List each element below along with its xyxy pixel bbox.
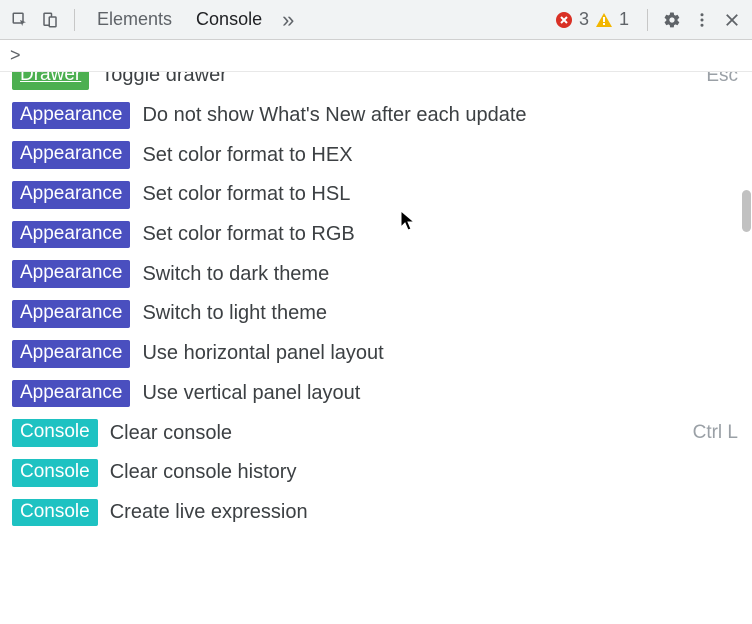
command-menu-item[interactable]: Drawer Toggle drawer Esc [0, 72, 752, 96]
command-category-tag: Appearance [12, 181, 130, 209]
command-category-tag: Drawer [12, 72, 89, 90]
prompt-caret: > [10, 45, 21, 66]
command-menu-item[interactable]: Console Clear console Ctrl L [0, 413, 752, 453]
command-menu-item[interactable]: Appearance Use horizontal panel layout [0, 334, 752, 374]
command-category-tag: Appearance [12, 380, 130, 408]
command-category-tag: Console [12, 459, 98, 487]
command-label: Set color format to HEX [142, 144, 738, 167]
command-shortcut: Ctrl L [693, 422, 738, 444]
toolbar-separator [647, 9, 648, 31]
command-label: Switch to dark theme [142, 263, 738, 286]
command-category-tag: Appearance [12, 141, 130, 169]
command-label: Switch to light theme [142, 302, 738, 325]
command-label: Set color format to HSL [142, 183, 738, 206]
status-counters[interactable]: 3 1 [555, 9, 629, 30]
more-options-button[interactable] [688, 6, 716, 34]
command-menu-item[interactable]: Appearance Switch to dark theme [0, 254, 752, 294]
device-toolbar-button[interactable] [36, 6, 64, 34]
command-category-tag: Appearance [12, 102, 130, 130]
command-label: Clear console [110, 422, 681, 445]
command-menu-item[interactable]: Appearance Set color format to RGB [0, 215, 752, 255]
command-menu-item[interactable]: Appearance Set color format to HEX [0, 135, 752, 175]
command-label: Clear console history [110, 461, 738, 484]
command-shortcut: Esc [706, 72, 738, 87]
close-devtools-button[interactable] [718, 6, 746, 34]
command-label: Use horizontal panel layout [142, 342, 738, 365]
command-menu-item[interactable]: Console Create live expression [0, 493, 752, 533]
command-category-tag: Console [12, 499, 98, 527]
tab-elements[interactable]: Elements [97, 9, 172, 30]
warning-icon [595, 11, 613, 29]
command-label: Use vertical panel layout [142, 382, 738, 405]
more-tabs-button[interactable]: » [282, 9, 294, 31]
command-label: Toggle drawer [101, 72, 694, 87]
scrollbar-thumb[interactable] [742, 190, 751, 232]
warning-count: 1 [619, 9, 629, 30]
command-category-tag: Console [12, 419, 98, 447]
command-category-tag: Appearance [12, 340, 130, 368]
panel-tabs: Elements Console [97, 9, 262, 30]
command-label: Do not show What's New after each update [142, 104, 738, 127]
devtools-toolbar: Elements Console » 3 1 [0, 0, 752, 40]
tab-console[interactable]: Console [196, 9, 262, 30]
command-menu-list[interactable]: Drawer Toggle drawer Esc Appearance Do not s… [0, 72, 752, 624]
settings-button[interactable] [658, 6, 686, 34]
command-label: Set color format to RGB [142, 223, 738, 246]
command-menu-item[interactable]: Appearance Switch to light theme [0, 294, 752, 334]
console-prompt[interactable]: > [0, 40, 752, 72]
command-menu-item[interactable]: Appearance Set color format to HSL [0, 175, 752, 215]
command-menu-item[interactable]: Appearance Use vertical panel layout [0, 374, 752, 414]
inspect-element-button[interactable] [6, 6, 34, 34]
command-menu-item[interactable]: Console Clear console history [0, 453, 752, 493]
command-category-tag: Appearance [12, 221, 130, 249]
command-category-tag: Appearance [12, 300, 130, 328]
error-count: 3 [579, 9, 589, 30]
command-menu-item[interactable]: Appearance Do not show What's New after e… [0, 96, 752, 136]
error-icon [555, 11, 573, 29]
toolbar-separator [74, 9, 75, 31]
command-label: Create live expression [110, 501, 738, 524]
command-category-tag: Appearance [12, 260, 130, 288]
